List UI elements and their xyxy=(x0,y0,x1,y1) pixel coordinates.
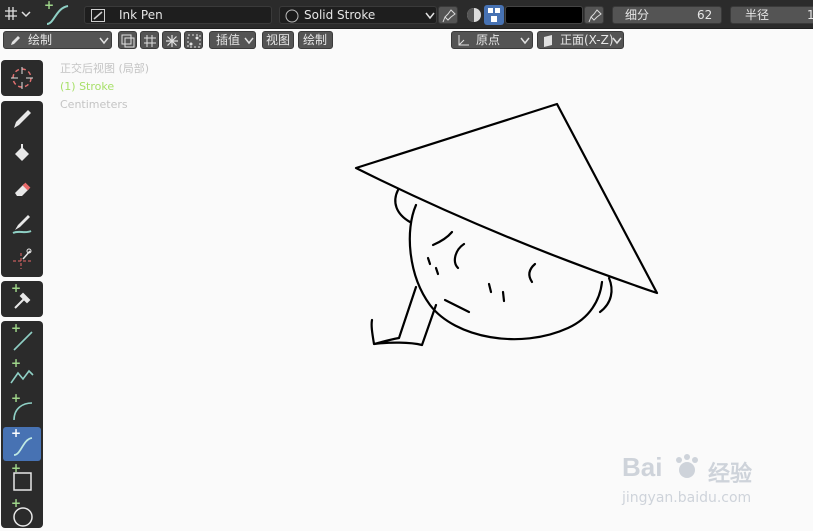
face-outline xyxy=(408,203,604,341)
brow xyxy=(431,230,454,247)
hat-outline xyxy=(354,102,659,295)
eye-right xyxy=(528,262,537,284)
ear-left xyxy=(394,188,412,224)
watermark-suffix: 经验 xyxy=(708,462,753,487)
watermark-brand: Bai xyxy=(622,452,663,482)
eye-left xyxy=(453,242,466,270)
watermark: Bai 经验 jingyan.baidu.com xyxy=(620,450,810,510)
watermark-url: jingyan.baidu.com xyxy=(622,490,752,506)
paw-icon xyxy=(676,454,698,478)
drawing-canvas[interactable] xyxy=(0,0,813,528)
mouth xyxy=(443,298,471,314)
arm xyxy=(370,285,438,347)
drawing-strokes xyxy=(354,102,659,347)
